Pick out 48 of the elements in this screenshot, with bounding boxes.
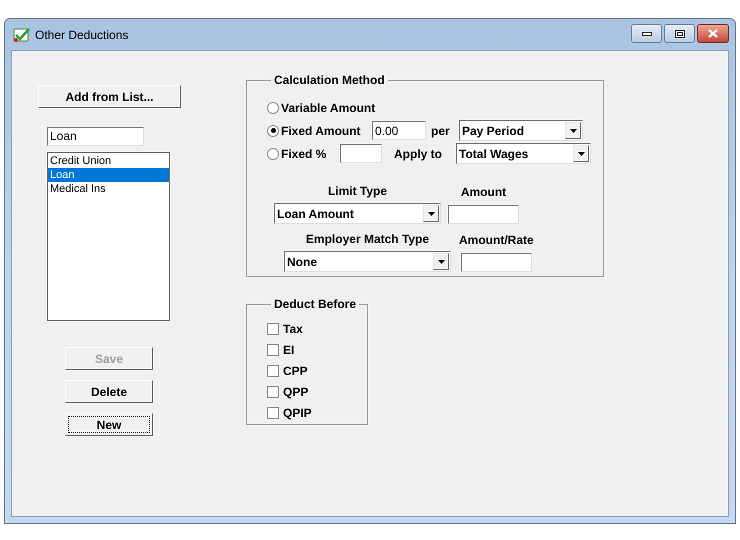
checkbox[interactable]: [267, 344, 279, 356]
group-title: Calculation Method: [273, 72, 386, 89]
checkbox-option[interactable]: CPP: [267, 363, 367, 378]
field-label: Amount/Rate: [459, 232, 534, 249]
checkbox[interactable]: [267, 364, 279, 376]
radio-button[interactable]: [267, 148, 279, 160]
minimize-button[interactable]: [631, 24, 662, 43]
checkbox[interactable]: [267, 322, 279, 334]
app-icon: [13, 26, 31, 42]
list-item[interactable]: Loan: [48, 168, 169, 182]
maximize-icon: [674, 30, 684, 38]
field-label: Employer Match Type: [306, 231, 430, 248]
add-from-list-button[interactable]: Add from List...: [38, 85, 181, 108]
deduction-list[interactable]: Credit Union Loan Medical Ins: [47, 152, 170, 321]
close-icon: [708, 29, 718, 38]
group-title: Deduct Before: [273, 296, 358, 313]
dropdown[interactable]: Pay Period: [459, 120, 583, 141]
checkbox-option[interactable]: QPP: [267, 384, 367, 399]
input-field[interactable]: [460, 253, 532, 272]
radio-button[interactable]: [267, 102, 279, 114]
checkbox[interactable]: [267, 386, 279, 398]
radio-option[interactable]: Variable Amount: [267, 98, 376, 116]
checkbox-option[interactable]: EI: [267, 342, 367, 357]
list-item[interactable]: Credit Union: [48, 154, 169, 168]
input-field[interactable]: 0.00: [372, 121, 426, 140]
close-button[interactable]: [697, 24, 729, 43]
input-field[interactable]: Loan: [47, 126, 144, 146]
minimize-icon: [642, 32, 652, 36]
checkbox-option[interactable]: QPIP: [267, 405, 367, 420]
radio-option[interactable]: Fixed Amount: [267, 122, 372, 140]
action-button[interactable]: Delete: [65, 380, 153, 403]
maximize-button[interactable]: [664, 24, 695, 43]
window-title: Other Deductions: [35, 26, 128, 44]
dropdown[interactable]: None: [284, 251, 451, 272]
dropdown[interactable]: Loan Amount: [274, 203, 441, 224]
radio-button[interactable]: [267, 124, 279, 136]
checkbox-option[interactable]: Tax: [267, 321, 367, 336]
field-label: Apply to: [393, 146, 443, 162]
field-label: Amount: [460, 184, 506, 201]
input-field[interactable]: [448, 205, 519, 224]
dropdown[interactable]: Total Wages: [456, 143, 591, 164]
field-label: Limit Type: [328, 183, 388, 200]
field-label: per: [430, 122, 451, 140]
input-field[interactable]: [340, 144, 382, 163]
radio-option[interactable]: Fixed %: [267, 144, 340, 162]
action-button[interactable]: New: [65, 413, 153, 436]
checkbox[interactable]: [267, 406, 279, 418]
list-item[interactable]: Medical Ins: [48, 182, 169, 196]
